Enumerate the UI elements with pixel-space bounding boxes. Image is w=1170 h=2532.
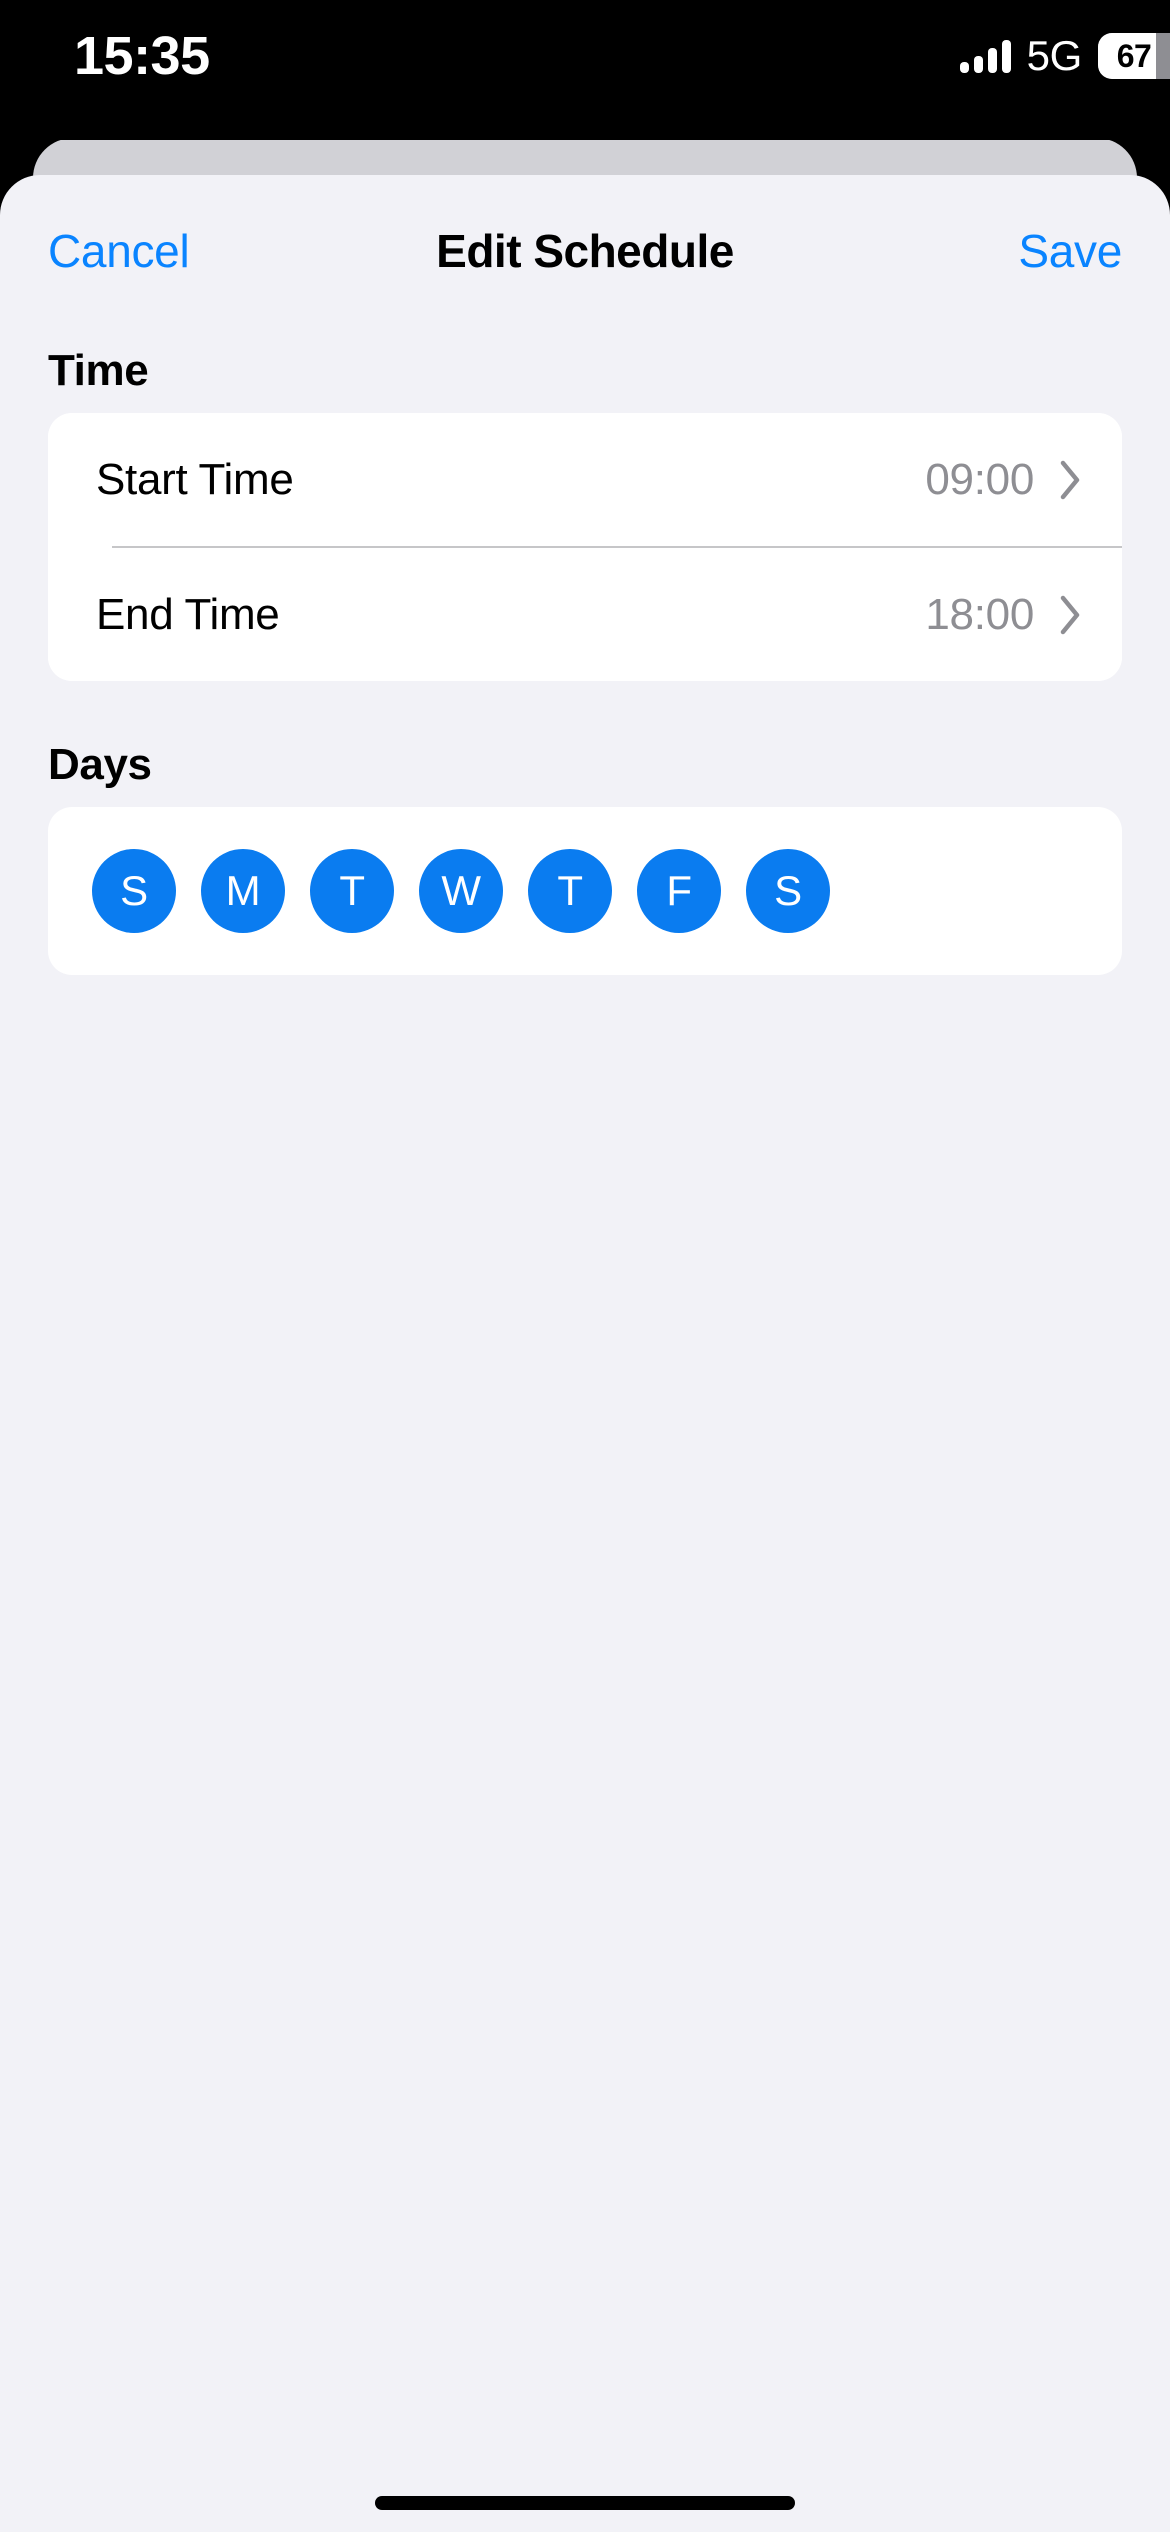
status-bar-clock: 15:35 (74, 26, 210, 86)
chevron-right-icon (1060, 460, 1082, 500)
status-bar-indicators: 5G 67 (959, 28, 1170, 84)
page-title: Edit Schedule (436, 225, 734, 277)
day-toggle-friday[interactable]: F (637, 849, 721, 933)
edit-schedule-sheet: Cancel Edit Schedule Save Time Start Tim… (0, 175, 1170, 2532)
status-bar: 15:35 5G 67 (0, 0, 1170, 140)
days-card: S M T W T F S (48, 807, 1122, 975)
network-type-label: 5G (1026, 32, 1083, 79)
end-time-value: 18:00 (925, 589, 1034, 639)
cellular-signal-icon (959, 39, 1011, 73)
save-button[interactable]: Save (1018, 225, 1122, 277)
start-time-value: 09:00 (925, 454, 1034, 504)
section-header-days: Days (48, 740, 152, 789)
navigation-bar: Cancel Edit Schedule Save (0, 175, 1170, 287)
sheet-content: Time Start Time 09:00 End Time 18:00 Day… (0, 345, 1170, 975)
row-start-time[interactable]: Start Time 09:00 (48, 413, 1122, 546)
time-card: Start Time 09:00 End Time 18:00 (48, 413, 1122, 681)
end-time-label: End Time (96, 589, 280, 639)
battery-icon: 67 (1098, 33, 1170, 79)
home-indicator[interactable] (375, 2496, 795, 2510)
section-header-time: Time (48, 346, 149, 395)
day-toggle-tuesday[interactable]: T (310, 849, 394, 933)
day-toggle-thursday[interactable]: T (528, 849, 612, 933)
day-toggle-saturday[interactable]: S (746, 849, 830, 933)
start-time-label: Start Time (96, 454, 294, 504)
day-toggle-wednesday[interactable]: W (419, 849, 503, 933)
phone-screen: 15:35 5G 67 Cancel Edit Schedule Save Ti… (0, 0, 1170, 2532)
row-end-time[interactable]: End Time 18:00 (48, 548, 1122, 681)
battery-level-label: 67 (1116, 37, 1152, 74)
chevron-right-icon (1060, 595, 1082, 635)
day-selector: S M T W T F S (48, 849, 1122, 933)
day-toggle-sunday[interactable]: S (92, 849, 176, 933)
day-toggle-monday[interactable]: M (201, 849, 285, 933)
